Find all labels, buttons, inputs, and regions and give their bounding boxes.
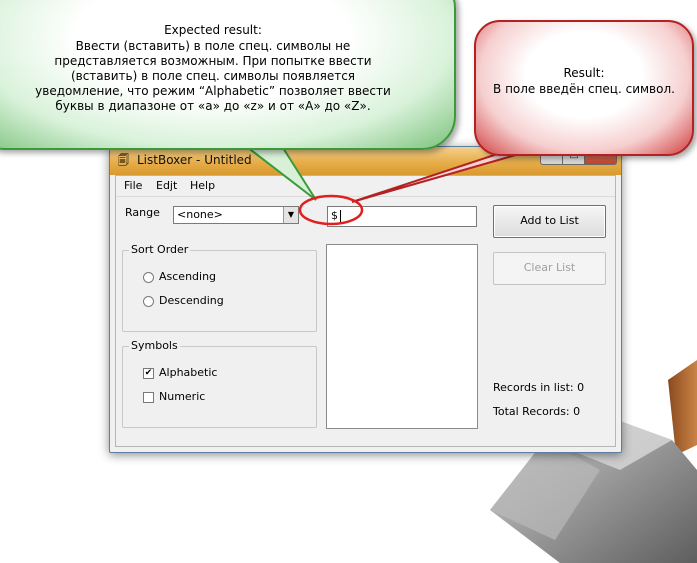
total-records-label: Total Records: 0: [493, 405, 581, 418]
range-select[interactable]: <none> ▼: [173, 206, 299, 224]
client-area: File Edjt Help Range <none> ▼ $ Sort Ord…: [115, 175, 616, 447]
app-window: 🗐 ListBoxer - Untitled – □ ✕ File Edjt H…: [109, 146, 622, 453]
alphabetic-checkbox[interactable]: ✔: [143, 368, 154, 379]
symbols-group: Symbols ✔ Alphabetic Numeric: [122, 339, 317, 428]
actual-result-callout: Result: В поле введён спец. символ.: [474, 20, 694, 156]
add-to-list-button[interactable]: Add to List: [493, 205, 606, 238]
expected-result-callout: Expected result: Ввести (вставить) в пол…: [0, 0, 456, 150]
menu-bar: File Edjt Help: [116, 176, 615, 197]
range-selected-value: <none>: [177, 208, 223, 221]
actual-result-text: В поле введён спец. символ.: [493, 82, 675, 96]
window-title: ListBoxer - Untitled: [137, 153, 252, 167]
records-in-list-label: Records in list: 0: [493, 381, 585, 394]
range-label: Range: [125, 206, 160, 219]
expected-result-title: Expected result:: [164, 23, 262, 37]
ascending-radio[interactable]: [143, 272, 154, 283]
alphabetic-label[interactable]: Alphabetic: [159, 366, 217, 379]
entry-value: $: [331, 209, 338, 222]
text-caret: [340, 210, 341, 223]
entry-input[interactable]: $: [327, 206, 477, 227]
chevron-down-icon[interactable]: ▼: [283, 207, 298, 223]
menu-file[interactable]: File: [124, 179, 142, 192]
descending-label[interactable]: Descending: [159, 294, 224, 307]
records-listbox[interactable]: [326, 244, 478, 429]
descending-radio[interactable]: [143, 296, 154, 307]
sort-order-title: Sort Order: [129, 243, 191, 256]
expected-result-text: Ввести (вставить) в поле спец. символы н…: [35, 39, 391, 113]
numeric-label[interactable]: Numeric: [159, 390, 205, 403]
clear-list-button[interactable]: Clear List: [493, 252, 606, 285]
sort-order-group: Sort Order Ascending Descending: [122, 243, 317, 332]
menu-edit[interactable]: Edjt: [156, 179, 177, 192]
menu-help[interactable]: Help: [190, 179, 215, 192]
numeric-checkbox[interactable]: [143, 392, 154, 403]
symbols-title: Symbols: [129, 339, 180, 352]
ascending-label[interactable]: Ascending: [159, 270, 216, 283]
actual-result-title: Result:: [563, 66, 605, 80]
app-icon: 🗐: [118, 154, 129, 167]
